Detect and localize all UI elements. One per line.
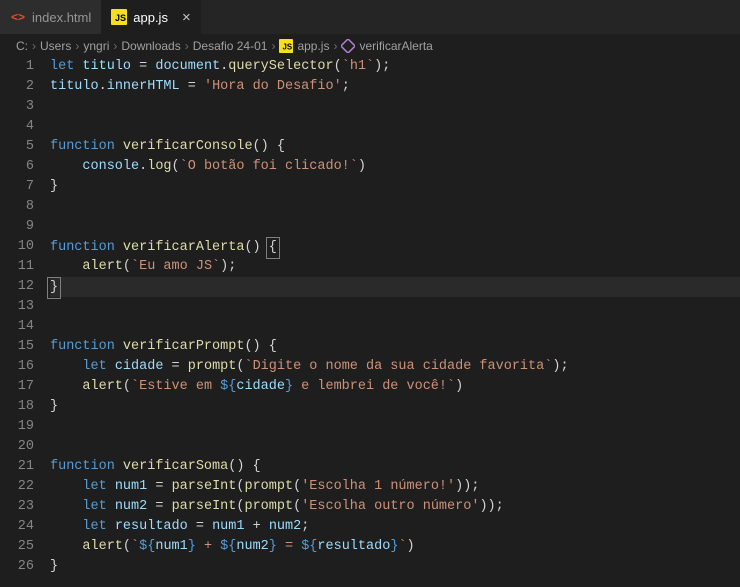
line-number: 4: [0, 117, 34, 137]
code-line[interactable]: }: [50, 397, 740, 417]
line-number: 13: [0, 297, 34, 317]
line-number: 16: [0, 357, 34, 377]
line-number: 15: [0, 337, 34, 357]
code-line[interactable]: function verificarConsole() {: [50, 137, 740, 157]
editor-tabs: <> index.html JS app.js ×: [0, 0, 740, 35]
js-icon: JS: [111, 9, 127, 25]
code-line[interactable]: let num1 = parseInt(prompt('Escolha 1 nú…: [50, 477, 740, 497]
code-line[interactable]: [50, 197, 740, 217]
js-icon: JS: [279, 39, 293, 53]
line-number: 22: [0, 477, 34, 497]
tab-app-js[interactable]: JS app.js ×: [101, 0, 200, 34]
code-line[interactable]: alert(`${num1} + ${num2} = ${resultado}`…: [50, 537, 740, 557]
method-icon: [341, 39, 355, 53]
line-number: 10: [0, 237, 34, 257]
code-line[interactable]: let resultado = num1 + num2;: [50, 517, 740, 537]
line-number: 7: [0, 177, 34, 197]
line-number: 21: [0, 457, 34, 477]
code-line[interactable]: function verificarPrompt() {: [50, 337, 740, 357]
code-line[interactable]: console.log(`O botão foi clicado!`): [50, 157, 740, 177]
code-line[interactable]: }: [50, 277, 740, 297]
code-line[interactable]: [50, 417, 740, 437]
chevron-right-icon: ›: [271, 39, 275, 53]
line-number: 8: [0, 197, 34, 217]
line-number: 6: [0, 157, 34, 177]
code-line[interactable]: titulo.innerHTML = 'Hora do Desafio';: [50, 77, 740, 97]
line-number: 14: [0, 317, 34, 337]
code-line[interactable]: [50, 297, 740, 317]
line-number: 11: [0, 257, 34, 277]
code-line[interactable]: alert(`Eu amo JS`);: [50, 257, 740, 277]
tab-label: app.js: [133, 10, 168, 25]
line-number: 19: [0, 417, 34, 437]
line-number: 9: [0, 217, 34, 237]
chevron-right-icon: ›: [113, 39, 117, 53]
chevron-right-icon: ›: [185, 39, 189, 53]
chevron-right-icon: ›: [75, 39, 79, 53]
code-line[interactable]: function verificarAlerta() {: [50, 237, 740, 257]
breadcrumb-symbol[interactable]: verificarAlerta: [359, 39, 432, 53]
chevron-right-icon: ›: [333, 39, 337, 53]
bracket-highlight: {: [266, 237, 280, 259]
line-number: 17: [0, 377, 34, 397]
svg-text:JS: JS: [283, 43, 293, 52]
line-number: 24: [0, 517, 34, 537]
code-line[interactable]: function verificarSoma() {: [50, 457, 740, 477]
line-number: 25: [0, 537, 34, 557]
breadcrumb-file[interactable]: app.js: [297, 39, 329, 53]
code-line[interactable]: let titulo = document.querySelector(`h1`…: [50, 57, 740, 77]
code-line[interactable]: [50, 217, 740, 237]
bracket-highlight: }: [47, 277, 61, 299]
breadcrumb-part[interactable]: Downloads: [121, 39, 180, 53]
tab-index-html[interactable]: <> index.html: [0, 0, 101, 34]
code-editor[interactable]: 1234567891011121314151617181920212223242…: [0, 57, 740, 577]
close-icon[interactable]: ×: [182, 10, 191, 25]
breadcrumb-part[interactable]: Desafio 24-01: [193, 39, 268, 53]
code-line[interactable]: [50, 317, 740, 337]
code-line[interactable]: let num2 = parseInt(prompt('Escolha outr…: [50, 497, 740, 517]
line-number: 2: [0, 77, 34, 97]
code-line[interactable]: }: [50, 557, 740, 577]
code-line[interactable]: }: [50, 177, 740, 197]
tab-label: index.html: [32, 10, 91, 25]
line-number: 5: [0, 137, 34, 157]
breadcrumb-part[interactable]: C:: [16, 39, 28, 53]
chevron-right-icon: ›: [32, 39, 36, 53]
svg-text:JS: JS: [115, 13, 126, 23]
html-icon: <>: [10, 9, 26, 25]
line-numbers: 1234567891011121314151617181920212223242…: [0, 57, 50, 577]
code-line[interactable]: [50, 97, 740, 117]
line-number: 26: [0, 557, 34, 577]
line-number: 18: [0, 397, 34, 417]
code-line[interactable]: alert(`Estive em ${cidade} e lembrei de …: [50, 377, 740, 397]
breadcrumb-part[interactable]: yngri: [83, 39, 109, 53]
code-line[interactable]: [50, 117, 740, 137]
code-content[interactable]: let titulo = document.querySelector(`h1`…: [50, 57, 740, 577]
line-number: 12: [0, 277, 34, 297]
code-line[interactable]: [50, 437, 740, 457]
line-number: 3: [0, 97, 34, 117]
line-number: 1: [0, 57, 34, 77]
line-number: 23: [0, 497, 34, 517]
code-line[interactable]: let cidade = prompt(`Digite o nome da su…: [50, 357, 740, 377]
breadcrumb-part[interactable]: Users: [40, 39, 71, 53]
breadcrumb: C:›Users›yngri›Downloads›Desafio 24-01›J…: [0, 35, 740, 57]
line-number: 20: [0, 437, 34, 457]
